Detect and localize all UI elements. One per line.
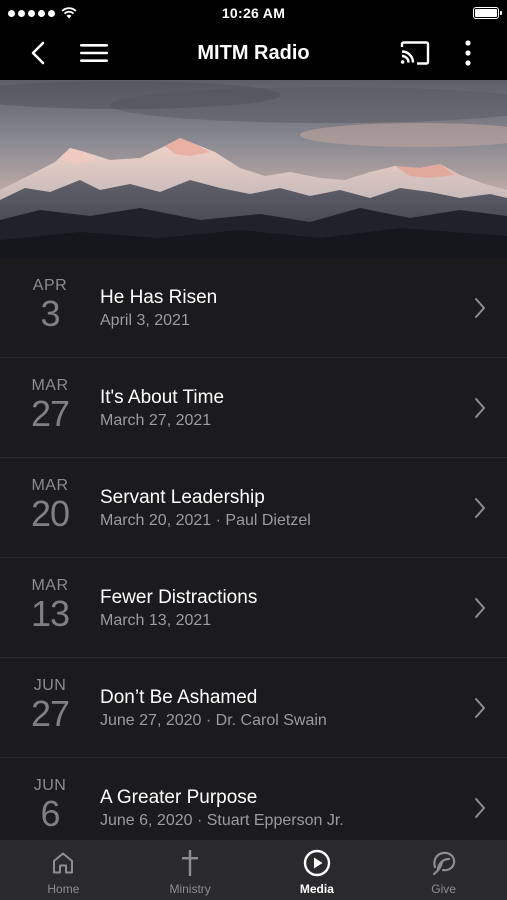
item-title: Servant Leadership bbox=[100, 487, 265, 508]
list-item[interactable]: JUN 27 Don’t Be Ashamed June 27, 2020 · … bbox=[0, 658, 507, 758]
tab-home[interactable]: Home bbox=[0, 840, 127, 900]
give-icon bbox=[430, 848, 458, 878]
item-info: Don’t Be Ashamed June 27, 2020 · Dr. Car… bbox=[100, 686, 327, 732]
item-subtitle: June 27, 2020 · Dr. Carol Swain bbox=[100, 712, 327, 729]
tab-label: Media bbox=[299, 882, 334, 896]
menu-button[interactable] bbox=[78, 26, 110, 80]
sermon-list: APR 3 He Has Risen April 3, 2021 MAR 27 … bbox=[0, 258, 507, 840]
chevron-right-icon bbox=[475, 798, 485, 818]
tab-ministry[interactable]: Ministry bbox=[127, 840, 254, 900]
item-title: He Has Risen bbox=[100, 287, 218, 308]
tab-bar: Home Ministry Media Give bbox=[0, 840, 507, 900]
chevron-right-icon bbox=[475, 398, 485, 418]
chevron-right-icon bbox=[475, 498, 485, 518]
wifi-icon bbox=[61, 7, 77, 19]
status-left bbox=[8, 0, 77, 26]
status-bar: 10:26 AM bbox=[0, 0, 507, 26]
list-item[interactable]: APR 3 He Has Risen April 3, 2021 bbox=[0, 258, 507, 358]
cast-button[interactable] bbox=[398, 26, 432, 80]
date-day: 27 bbox=[30, 693, 70, 734]
more-vertical-icon bbox=[465, 40, 471, 66]
list-item[interactable]: MAR 13 Fewer Distractions March 13, 2021 bbox=[0, 558, 507, 658]
item-subtitle: June 6, 2020 · Stuart Epperson Jr. bbox=[100, 812, 344, 829]
date-day: 13 bbox=[30, 593, 70, 634]
date-badge: JUN 27 bbox=[18, 676, 82, 732]
home-icon bbox=[50, 848, 76, 878]
date-day: 27 bbox=[30, 393, 70, 434]
item-info: He Has Risen April 3, 2021 bbox=[100, 286, 217, 332]
chevron-right-icon bbox=[475, 598, 485, 618]
back-button[interactable] bbox=[22, 26, 54, 80]
item-info: It's About Time March 27, 2021 bbox=[100, 386, 224, 432]
date-badge: MAR 27 bbox=[18, 376, 82, 432]
mountain-banner-image bbox=[0, 80, 507, 258]
app-bar: MITM Radio bbox=[0, 26, 507, 80]
cast-icon bbox=[400, 41, 430, 65]
hamburger-menu-icon bbox=[80, 44, 108, 62]
item-title: It's About Time bbox=[100, 387, 225, 408]
item-title: A Greater Purpose bbox=[100, 787, 258, 808]
item-title: Fewer Distractions bbox=[100, 587, 258, 608]
date-badge: JUN 6 bbox=[18, 776, 82, 832]
item-subtitle: March 27, 2021 bbox=[100, 412, 212, 429]
item-subtitle: April 3, 2021 bbox=[100, 312, 190, 329]
tab-give[interactable]: Give bbox=[380, 840, 507, 900]
date-day: 20 bbox=[30, 493, 70, 534]
list-item[interactable]: MAR 27 It's About Time March 27, 2021 bbox=[0, 358, 507, 458]
date-badge: MAR 20 bbox=[18, 476, 82, 532]
tab-media[interactable]: Media bbox=[254, 840, 381, 900]
tab-label: Ministry bbox=[169, 882, 211, 896]
chevron-right-icon bbox=[475, 298, 485, 318]
item-info: A Greater Purpose June 6, 2020 · Stuart … bbox=[100, 786, 344, 832]
chevron-right-icon bbox=[475, 698, 485, 718]
signal-icon bbox=[8, 9, 55, 17]
cross-icon bbox=[180, 848, 200, 878]
date-badge: MAR 13 bbox=[18, 576, 82, 632]
date-day: 3 bbox=[40, 293, 60, 334]
more-options-button[interactable] bbox=[456, 26, 480, 80]
status-time: 10:26 AM bbox=[221, 5, 286, 21]
battery-icon bbox=[473, 7, 502, 19]
date-day: 6 bbox=[40, 793, 60, 834]
item-info: Servant Leadership March 20, 2021 · Paul… bbox=[100, 486, 311, 532]
list-item[interactable]: MAR 20 Servant Leadership March 20, 2021… bbox=[0, 458, 507, 558]
item-title: Don’t Be Ashamed bbox=[100, 687, 258, 708]
item-info: Fewer Distractions March 13, 2021 bbox=[100, 586, 257, 632]
item-subtitle: March 20, 2021 · Paul Dietzel bbox=[100, 512, 311, 529]
hero-banner bbox=[0, 80, 507, 258]
date-badge: APR 3 bbox=[18, 276, 82, 332]
tab-label: Give bbox=[431, 882, 456, 896]
chevron-left-icon bbox=[31, 41, 45, 65]
list-item[interactable]: JUN 6 A Greater Purpose June 6, 2020 · S… bbox=[0, 758, 507, 840]
tab-label: Home bbox=[47, 882, 80, 896]
play-circle-icon bbox=[303, 848, 331, 878]
item-subtitle: March 13, 2021 bbox=[100, 612, 212, 629]
